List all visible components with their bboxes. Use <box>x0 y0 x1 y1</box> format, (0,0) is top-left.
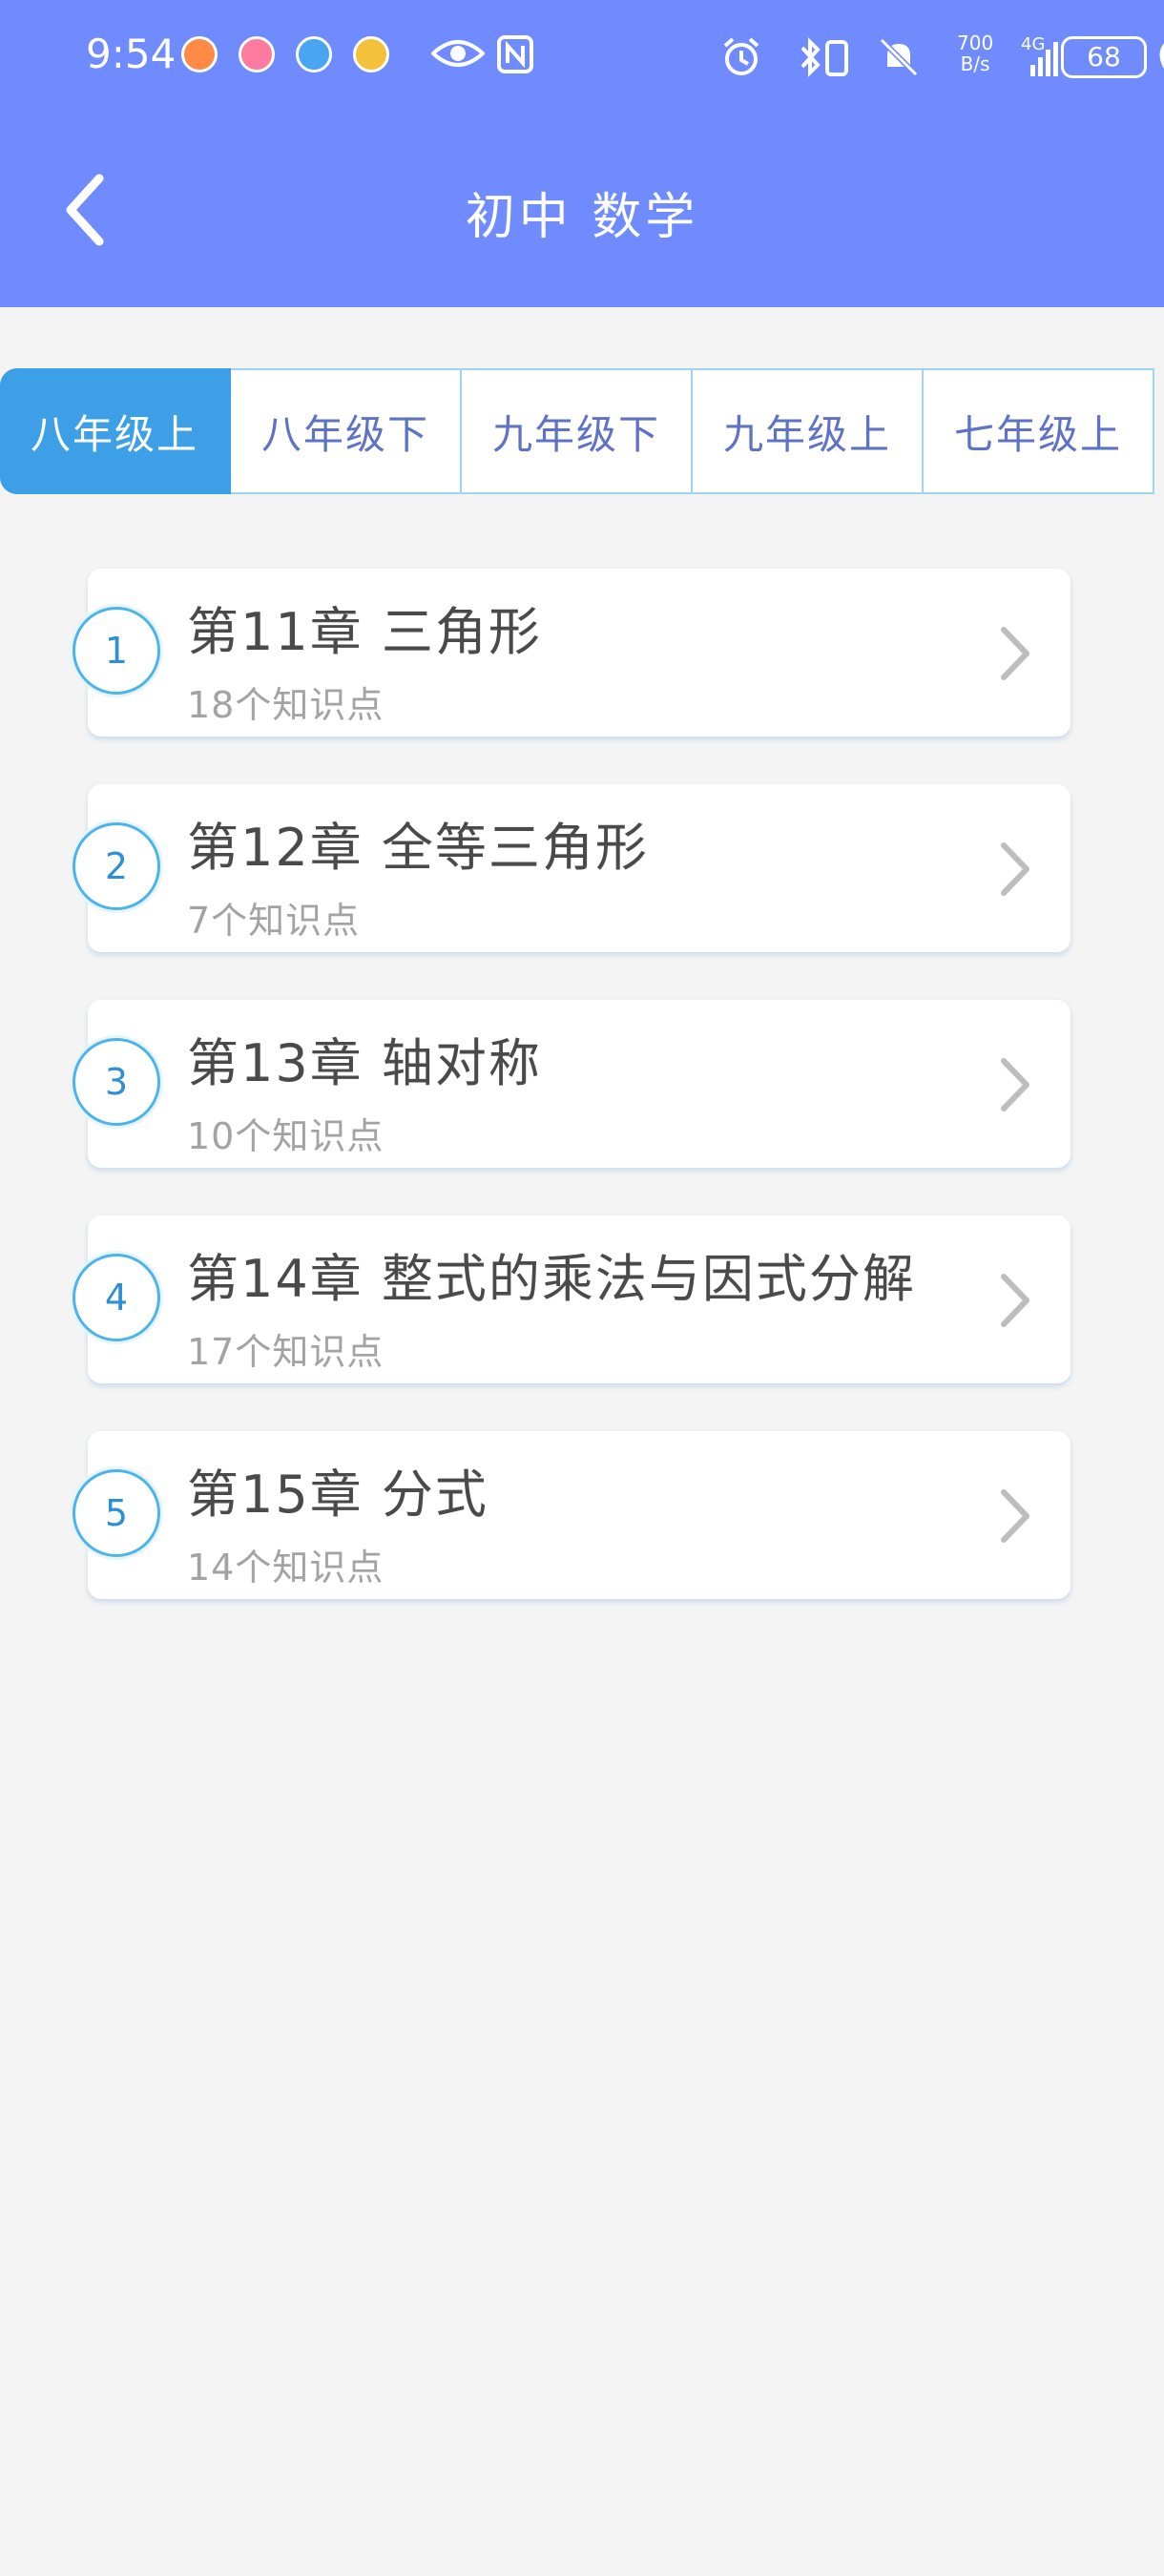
chevron-right-icon <box>1001 842 1029 896</box>
tab-grade-9-first[interactable]: 九年级上 <box>693 368 924 494</box>
tab-grade-7-first[interactable]: 七年级上 <box>924 368 1154 494</box>
nfc-icon <box>497 35 533 73</box>
notification-icons <box>181 36 389 73</box>
chevron-right-icon <box>1001 627 1029 680</box>
mute-bell-icon <box>879 37 919 77</box>
notification-app-icon <box>181 36 218 73</box>
chapter-number-badge: 5 <box>73 1469 160 1557</box>
chapter-number-badge: 1 <box>73 607 160 695</box>
chapter-point-count: 14个知识点 <box>187 1547 385 1589</box>
list-item[interactable]: 5 第15章 分式 14个知识点 <box>73 1431 1070 1599</box>
chapter-number-badge: 4 <box>73 1254 160 1341</box>
chapter-point-count: 17个知识点 <box>187 1331 385 1373</box>
notification-app-icon <box>296 36 332 73</box>
status-time: 9:54 <box>86 31 177 77</box>
list-item[interactable]: 3 第13章 轴对称 10个知识点 <box>73 1000 1070 1168</box>
eye-icon <box>431 40 485 67</box>
network-speed: 700 B/s <box>957 31 994 75</box>
status-right-group: 700 B/s 4G 68 <box>630 27 1164 88</box>
chapter-title: 第11章 三角形 <box>187 602 542 662</box>
alarm-icon <box>723 37 759 75</box>
tab-grade-9-second[interactable]: 九年级下 <box>462 368 693 494</box>
chevron-right-icon <box>1001 1489 1029 1543</box>
status-bar: 9:54 700 B/s 4G 68 <box>0 0 1164 114</box>
play-icon <box>353 36 389 73</box>
chapter-title: 第15章 分式 <box>187 1465 488 1525</box>
leaf-icon <box>1159 43 1164 70</box>
chapter-title: 第13章 轴对称 <box>187 1033 542 1093</box>
grade-tabs: 八年级上 八年级下 九年级下 九年级上 七年级上 <box>0 368 1164 494</box>
list-item[interactable]: 2 第12章 全等三角形 7个知识点 <box>73 784 1070 952</box>
chapter-title: 第12章 全等三角形 <box>187 818 649 878</box>
app-header: 9:54 700 B/s 4G 68 初中 数学 <box>0 0 1164 307</box>
tab-grade-8-first[interactable]: 八年级上 <box>0 368 231 494</box>
tab-grade-8-second[interactable]: 八年级下 <box>231 368 462 494</box>
chapter-point-count: 7个知识点 <box>187 900 361 942</box>
chapter-number-badge: 3 <box>73 1038 160 1126</box>
list-item[interactable]: 1 第11章 三角形 18个知识点 <box>73 569 1070 737</box>
battery-icon: 68 <box>1061 36 1147 78</box>
chapter-point-count: 18个知识点 <box>187 684 385 726</box>
chevron-right-icon <box>1001 1058 1029 1111</box>
chapter-number-badge: 2 <box>73 822 160 910</box>
chapter-point-count: 10个知识点 <box>187 1115 385 1157</box>
list-item[interactable]: 4 第14章 整式的乘法与因式分解 17个知识点 <box>73 1215 1070 1383</box>
signal-icon <box>1030 42 1058 76</box>
bluetooth-icon <box>800 37 848 77</box>
chevron-right-icon <box>1001 1274 1029 1327</box>
page-title: 初中 数学 <box>465 189 699 246</box>
notification-app-icon <box>239 36 275 73</box>
chapter-title: 第14章 整式的乘法与因式分解 <box>187 1249 916 1309</box>
